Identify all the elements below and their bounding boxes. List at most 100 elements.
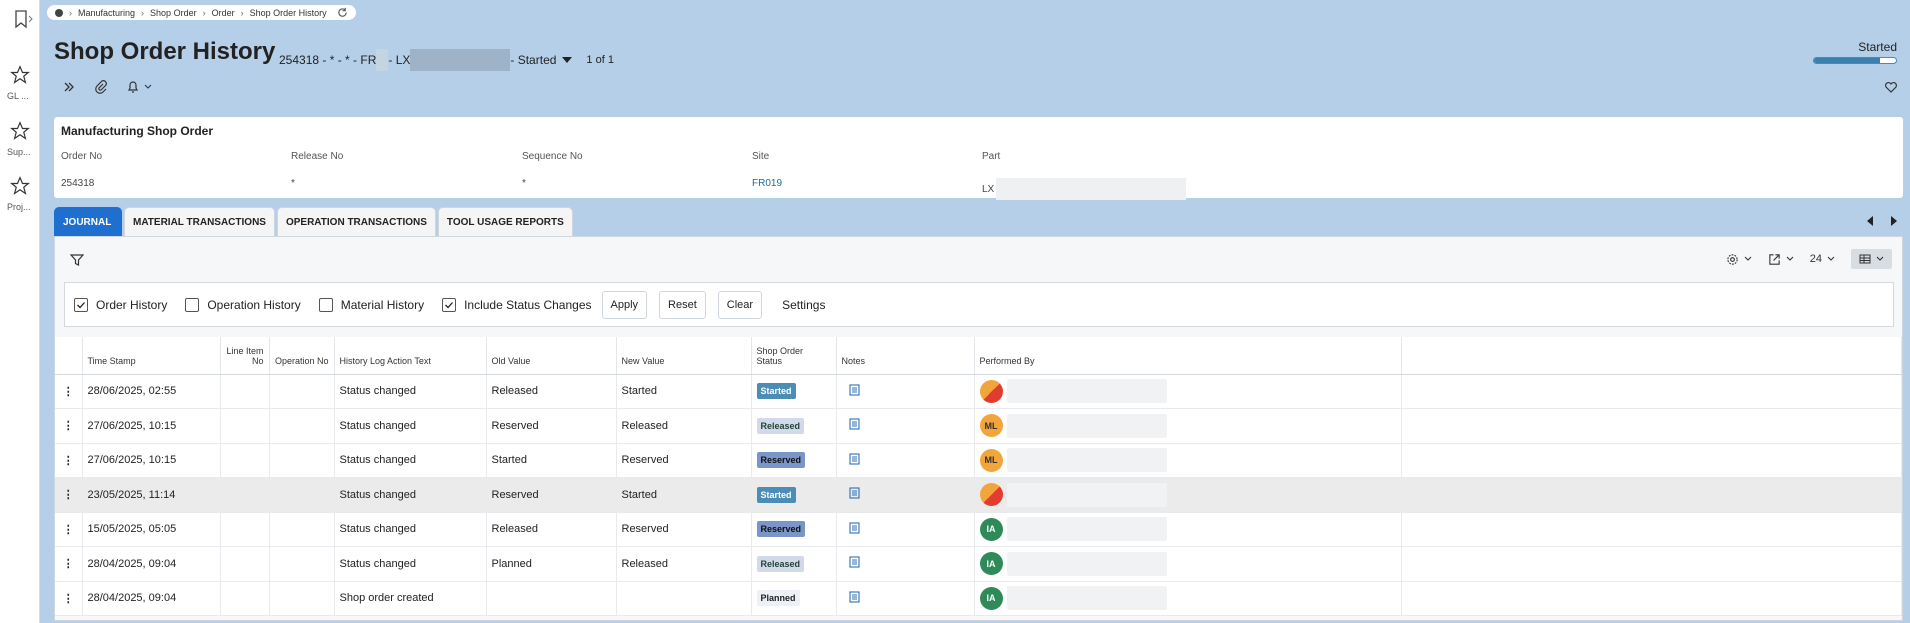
favorite-gl[interactable]: GL ...	[0, 65, 40, 101]
column-header[interactable]: New Value	[616, 337, 752, 375]
redacted-name	[1006, 413, 1167, 438]
refresh-icon[interactable]	[337, 7, 348, 18]
checkbox-empty-icon	[185, 297, 200, 312]
note-icon[interactable]	[848, 556, 860, 568]
checkbox-label: Operation History	[207, 297, 301, 312]
heart-icon	[1885, 82, 1897, 93]
column-header[interactable]: History Log Action Text	[334, 337, 487, 375]
table-row[interactable]: ⋮ 23/05/2025, 11:14 Status changed Reser…	[55, 477, 1902, 513]
notification-button[interactable]	[126, 80, 152, 94]
cell-line-item	[220, 477, 270, 513]
order-history-checkbox[interactable]: Order History	[74, 297, 167, 312]
row-menu-icon[interactable]: ⋮	[55, 443, 83, 478]
material-history-checkbox[interactable]: Material History	[318, 297, 424, 312]
cell-status: Reserved	[751, 512, 837, 547]
favorite-button[interactable]	[1884, 80, 1898, 97]
table-row[interactable]: ⋮ 28/04/2025, 09:04 Status changed Plann…	[55, 546, 1902, 582]
field-sequence-no: Sequence No *	[522, 151, 583, 189]
star-icon	[10, 121, 30, 140]
reset-button[interactable]: Reset	[659, 290, 706, 319]
note-icon[interactable]	[848, 453, 860, 465]
breadcrumb-item[interactable]: Manufacturing	[78, 8, 135, 18]
breadcrumb-item[interactable]: Shop Order	[150, 8, 197, 18]
note-icon[interactable]	[848, 418, 860, 430]
chevron-right-icon: ›	[202, 7, 206, 18]
column-header[interactable]: Performed By	[974, 337, 1402, 375]
avatar: IA	[979, 552, 1003, 576]
row-menu-icon[interactable]: ⋮	[55, 408, 83, 444]
apply-button[interactable]: Apply	[601, 290, 648, 319]
column-header[interactable]: Time Stamp	[82, 337, 221, 375]
status-progress-fill	[1814, 58, 1880, 63]
breadcrumb-item[interactable]: Order	[212, 8, 235, 18]
settings-menu[interactable]	[1726, 253, 1752, 266]
favorite-sup[interactable]: Sup...	[0, 121, 40, 157]
cell-action: Status changed	[334, 408, 487, 444]
note-icon[interactable]	[848, 522, 860, 534]
cell-filler	[1401, 408, 1902, 444]
redacted-name	[1006, 517, 1167, 542]
tab-scroll	[1867, 216, 1897, 226]
site-link[interactable]: FR019	[752, 178, 782, 189]
cell-filler	[1401, 443, 1902, 478]
note-icon[interactable]	[848, 487, 860, 499]
operation-history-checkbox[interactable]: Operation History	[185, 297, 301, 312]
chevron-down-icon	[1744, 256, 1752, 261]
bookmark-button[interactable]	[0, 9, 40, 29]
home-icon[interactable]	[55, 8, 63, 17]
field-value: *	[522, 178, 526, 189]
cell-filler	[1401, 477, 1902, 513]
column-header[interactable]: Operation No	[269, 337, 335, 375]
cell-filler	[1401, 581, 1902, 616]
row-menu-icon[interactable]: ⋮	[55, 546, 83, 582]
table-row[interactable]: ⋮ 28/06/2025, 02:55 Status changed Relea…	[55, 374, 1902, 409]
table-row[interactable]: ⋮ 27/06/2025, 10:15 Status changed Start…	[55, 443, 1902, 478]
row-menu-icon[interactable]: ⋮	[55, 374, 83, 409]
tab-material-transactions[interactable]: MATERIAL TRANSACTIONS	[124, 207, 275, 236]
bell-icon	[128, 81, 138, 93]
caret-down-icon[interactable]	[562, 57, 573, 63]
favorite-proj[interactable]: Proj...	[0, 176, 40, 212]
view-mode-button[interactable]	[1851, 249, 1892, 269]
column-header[interactable]: Old Value	[486, 337, 617, 375]
row-menu-icon[interactable]: ⋮	[55, 512, 83, 547]
page-size-select[interactable]: 24	[1810, 253, 1835, 265]
column-header[interactable]: Line Item No	[220, 337, 270, 375]
tab-tool-usage-reports[interactable]: TOOL USAGE REPORTS	[437, 207, 573, 236]
include-status-changes-checkbox[interactable]: Include Status Changes	[442, 297, 592, 312]
export-menu[interactable]	[1768, 253, 1794, 266]
column-header[interactable]: Shop Order Status	[751, 337, 837, 375]
column-header[interactable]: Notes	[836, 337, 975, 375]
cell-timestamp: 27/06/2025, 10:15	[82, 443, 221, 478]
table-row[interactable]: ⋮ 15/05/2025, 05:05 Status changed Relea…	[55, 512, 1902, 547]
row-menu-icon[interactable]: ⋮	[55, 581, 83, 616]
caret-left-icon[interactable]	[1867, 216, 1875, 226]
breadcrumb: › Manufacturing › Shop Order › Order › S…	[47, 5, 356, 20]
table-row[interactable]: ⋮ 27/06/2025, 10:15 Status changed Reser…	[55, 408, 1902, 444]
record-selector[interactable]: 254318 - * - * - FR - LX - Started 1 of …	[279, 49, 614, 71]
redacted-block	[410, 49, 511, 71]
row-menu-icon[interactable]: ⋮	[55, 477, 83, 513]
clear-button[interactable]: Clear	[717, 290, 763, 319]
chevron-down-icon	[1876, 256, 1884, 261]
tab-journal[interactable]: JOURNAL	[54, 207, 122, 236]
chevron-right-icon: ›	[69, 7, 72, 18]
avatar: IA	[979, 586, 1003, 610]
filter-icon[interactable]	[70, 253, 84, 267]
chevron-right-icon: ›	[240, 7, 244, 18]
caret-right-icon[interactable]	[1889, 216, 1897, 226]
double-chevron-right-icon[interactable]	[62, 80, 76, 94]
cell-notes	[836, 477, 975, 513]
note-icon[interactable]	[848, 384, 860, 396]
note-icon[interactable]	[848, 591, 860, 603]
tab-operation-transactions[interactable]: OPERATION TRANSACTIONS	[276, 207, 436, 236]
chevron-down-icon	[1786, 256, 1794, 261]
cell-timestamp: 23/05/2025, 11:14	[82, 477, 221, 513]
field-value: 254318	[61, 178, 95, 189]
table-row[interactable]: ⋮ 28/04/2025, 09:04 Shop order created P…	[55, 581, 1902, 616]
settings-button[interactable]: Settings	[774, 290, 834, 319]
field-label: Part	[982, 151, 1001, 162]
paperclip-icon[interactable]	[94, 80, 108, 94]
record-mid: - LX	[388, 53, 411, 67]
status-progress	[1813, 57, 1897, 64]
